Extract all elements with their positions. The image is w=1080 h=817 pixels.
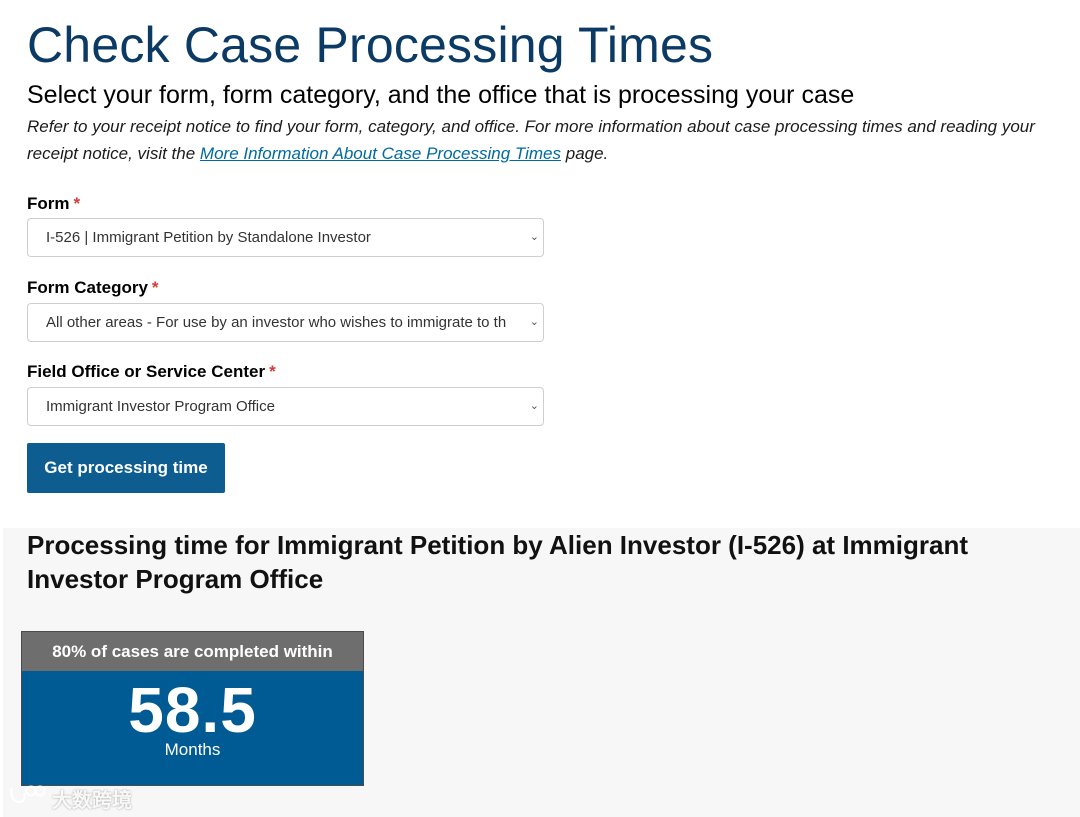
watermark-text: 大数跨境 [52,789,132,812]
chevron-down-icon: ⌄ [529,400,539,412]
get-processing-time-button[interactable]: Get processing time [27,443,225,493]
form-label: Form * [27,194,80,214]
form-select-value: I-526 | Immigrant Petition by Standalone… [46,229,371,246]
office-label: Field Office or Service Center * [27,362,276,382]
form-category-select-value: All other areas - For use by an investor… [46,314,507,331]
watermark: 大数跨境 [8,784,132,812]
watermark-logo-icon [8,784,48,812]
office-select-value: Immigrant Investor Program Office [46,398,275,415]
results-panel: Processing time for Immigrant Petition b… [3,528,1080,817]
chevron-down-icon: ⌄ [529,231,539,243]
page-title: Check Case Processing Times [27,17,714,73]
card-header: 80% of cases are completed within [22,632,363,671]
office-select[interactable]: Immigrant Investor Program Office ⌄ [27,387,544,426]
intro-text: Refer to your receipt notice to find you… [27,113,1072,167]
result-title: Processing time for Immigrant Petition b… [27,530,969,594]
page-subtitle: Select your form, form category, and the… [27,81,855,109]
form-select[interactable]: I-526 | Immigrant Petition by Standalone… [27,218,544,257]
required-mark: * [151,278,159,297]
more-information-link[interactable]: More Information About Case Processing T… [200,144,561,163]
form-label-text: Form [27,194,70,213]
office-label-text: Field Office or Service Center [27,362,266,381]
required-mark: * [269,362,276,381]
processing-time-value: 58.5 [128,674,257,746]
form-category-label-text: Form Category [27,278,148,297]
form-category-select[interactable]: All other areas - For use by an investor… [27,303,544,342]
processing-time-card: 80% of cases are completed within 58.5 M… [21,631,364,786]
chevron-down-icon: ⌄ [529,316,539,328]
intro-text-suffix: page. [561,144,609,163]
required-mark: * [73,194,81,213]
processing-time-unit: Months [164,740,221,759]
form-category-label: Form Category * [27,278,159,298]
